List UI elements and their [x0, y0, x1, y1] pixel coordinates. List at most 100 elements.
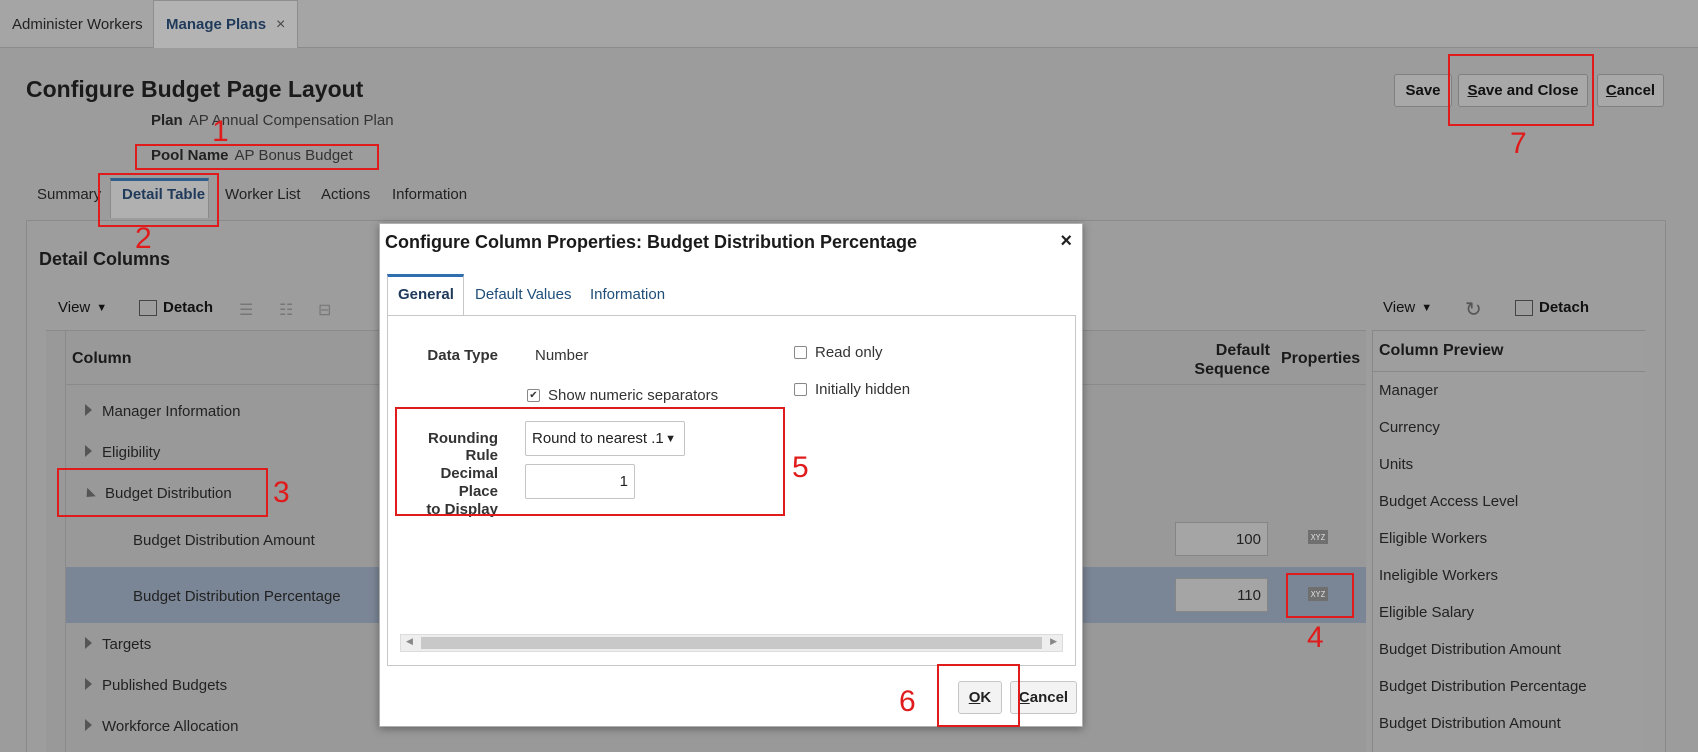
header-line: Default: [1215, 342, 1270, 359]
row-label: Budget Distribution Amount: [133, 532, 315, 549]
cancel-label: ancel: [1616, 82, 1656, 99]
accesskey: C: [1605, 82, 1617, 99]
row-label: Workforce Allocation: [102, 718, 239, 735]
annotation-number: 5: [792, 451, 809, 484]
view-menu-right[interactable]: View ▼: [1383, 299, 1432, 316]
properties-icon[interactable]: XYZ: [1308, 530, 1328, 544]
tab-manage-plans[interactable]: Manage Plans ×: [153, 0, 299, 48]
row-label: Manager Information: [102, 403, 241, 420]
data-type-label: Data Type: [427, 347, 498, 364]
cancel-button[interactable]: Cancel: [1597, 74, 1664, 107]
table-row[interactable]: Eligibility: [85, 444, 160, 461]
row-label: Published Budgets: [102, 677, 228, 694]
dialog-cancel-button[interactable]: Cancel: [1010, 681, 1077, 714]
annotation-number: 3: [273, 476, 290, 509]
refresh-icon[interactable]: ↻: [1465, 297, 1482, 322]
annotation-box-6: [937, 664, 1020, 727]
preview-item: Units: [1379, 456, 1414, 473]
subtab-information[interactable]: Information: [392, 186, 467, 203]
subtab-actions[interactable]: Actions: [321, 186, 370, 203]
table-row[interactable]: Published Budgets: [85, 677, 227, 694]
annotation-box-3: [57, 468, 268, 517]
detach-icon: [139, 299, 157, 316]
view-label: View: [58, 299, 91, 316]
move-top-icon[interactable]: ☷: [279, 300, 293, 320]
detach-button-right[interactable]: Detach: [1515, 299, 1589, 316]
page-title: Configure Budget Page Layout: [26, 76, 364, 102]
column-preview-header: Column Preview: [1373, 331, 1645, 372]
expand-icon[interactable]: [85, 678, 92, 690]
view-label: View: [1383, 299, 1416, 316]
detach-icon: [1515, 299, 1533, 316]
expand-icon[interactable]: [85, 404, 92, 416]
wrap-icon[interactable]: ⊟: [318, 300, 331, 320]
checkbox-checked-icon[interactable]: ✔: [527, 389, 540, 402]
row-label: Eligibility: [102, 444, 161, 461]
plan-label: Plan: [151, 112, 183, 129]
preview-item: Budget Distribution Amount: [1379, 641, 1561, 658]
freeze-icon[interactable]: ☰: [239, 300, 253, 320]
sequence-input[interactable]: 110: [1175, 578, 1268, 612]
table-row-selected[interactable]: Budget Distribution Percentage: [133, 588, 341, 605]
dropdown-arrow-icon: ▼: [96, 301, 108, 314]
sequence-value: 110: [1237, 586, 1261, 604]
table-row[interactable]: Budget Distribution Amount: [133, 532, 315, 549]
expand-icon[interactable]: [85, 445, 92, 457]
expand-icon[interactable]: [85, 719, 92, 731]
annotation-box-7: [1448, 54, 1594, 126]
dialog-tab-information[interactable]: Information: [590, 286, 665, 303]
preview-item: Budget Distribution Amount: [1379, 715, 1561, 732]
dialog-tab-general[interactable]: General: [398, 286, 454, 303]
annotation-number: 4: [1307, 621, 1324, 654]
tab-label: Administer Workers: [12, 15, 143, 33]
plan-info: Plan AP Annual Compensation Plan: [151, 112, 394, 129]
horizontal-scrollbar[interactable]: ◀ ▶: [400, 634, 1063, 652]
subtab-worker-list[interactable]: Worker List: [225, 186, 301, 203]
expand-icon[interactable]: [85, 637, 92, 649]
checkbox-label: Initially hidden: [815, 381, 911, 398]
preview-item: Currency: [1379, 419, 1440, 436]
annotation-number: 7: [1510, 127, 1527, 160]
accesskey: C: [1018, 689, 1030, 706]
checkbox-icon[interactable]: [794, 383, 807, 396]
annotation-box-5: [395, 407, 785, 516]
initially-hidden-checkbox[interactable]: Initially hidden: [794, 381, 910, 398]
row-label: Targets: [102, 636, 152, 653]
read-only-checkbox[interactable]: Read only: [794, 344, 883, 361]
sequence-input[interactable]: 100: [1175, 522, 1268, 556]
data-type-value: Number: [535, 347, 589, 364]
cancel-label: ancel: [1029, 689, 1069, 706]
properties-header: Properties: [1281, 350, 1361, 367]
dialog-tab-default-values[interactable]: Default Values: [475, 286, 571, 303]
dropdown-arrow-icon: ▼: [1421, 301, 1433, 314]
table-row[interactable]: Workforce Allocation: [85, 718, 238, 735]
close-icon[interactable]: ×: [1060, 230, 1072, 253]
checkbox-icon[interactable]: [794, 346, 807, 359]
annotation-box-4: [1286, 573, 1354, 618]
detach-button[interactable]: Detach: [139, 299, 213, 316]
close-icon[interactable]: ×: [276, 16, 285, 34]
scroll-left-icon[interactable]: ◀: [406, 636, 413, 647]
scroll-right-icon[interactable]: ▶: [1050, 636, 1057, 647]
view-menu[interactable]: View ▼: [58, 299, 107, 316]
tab-administer-workers[interactable]: Administer Workers: [0, 0, 155, 48]
subtab-summary[interactable]: Summary: [37, 186, 101, 203]
column-header: Column: [72, 350, 132, 367]
preview-item: Manager: [1379, 382, 1439, 399]
annotation-number: 2: [135, 222, 152, 255]
checkbox-label: Read only: [815, 344, 883, 361]
column-preview-panel: Column Preview Manager Currency Units Bu…: [1372, 330, 1645, 752]
table-row[interactable]: Manager Information: [85, 403, 240, 420]
dialog-title: Configure Column Properties: Budget Dist…: [385, 232, 918, 252]
save-button[interactable]: Save: [1394, 74, 1452, 107]
annotation-number: 6: [899, 685, 916, 718]
scroll-thumb[interactable]: [421, 637, 1042, 649]
annotation-box-1: [135, 144, 379, 170]
checkbox-label: Show numeric separators: [548, 387, 719, 404]
save-label: Save: [1405, 82, 1441, 99]
show-separators-checkbox[interactable]: ✔ Show numeric separators: [527, 387, 718, 404]
detach-label: Detach: [163, 299, 214, 316]
annotation-number: 1: [212, 115, 229, 148]
table-row[interactable]: Targets: [85, 636, 151, 653]
detach-label: Detach: [1539, 299, 1590, 316]
